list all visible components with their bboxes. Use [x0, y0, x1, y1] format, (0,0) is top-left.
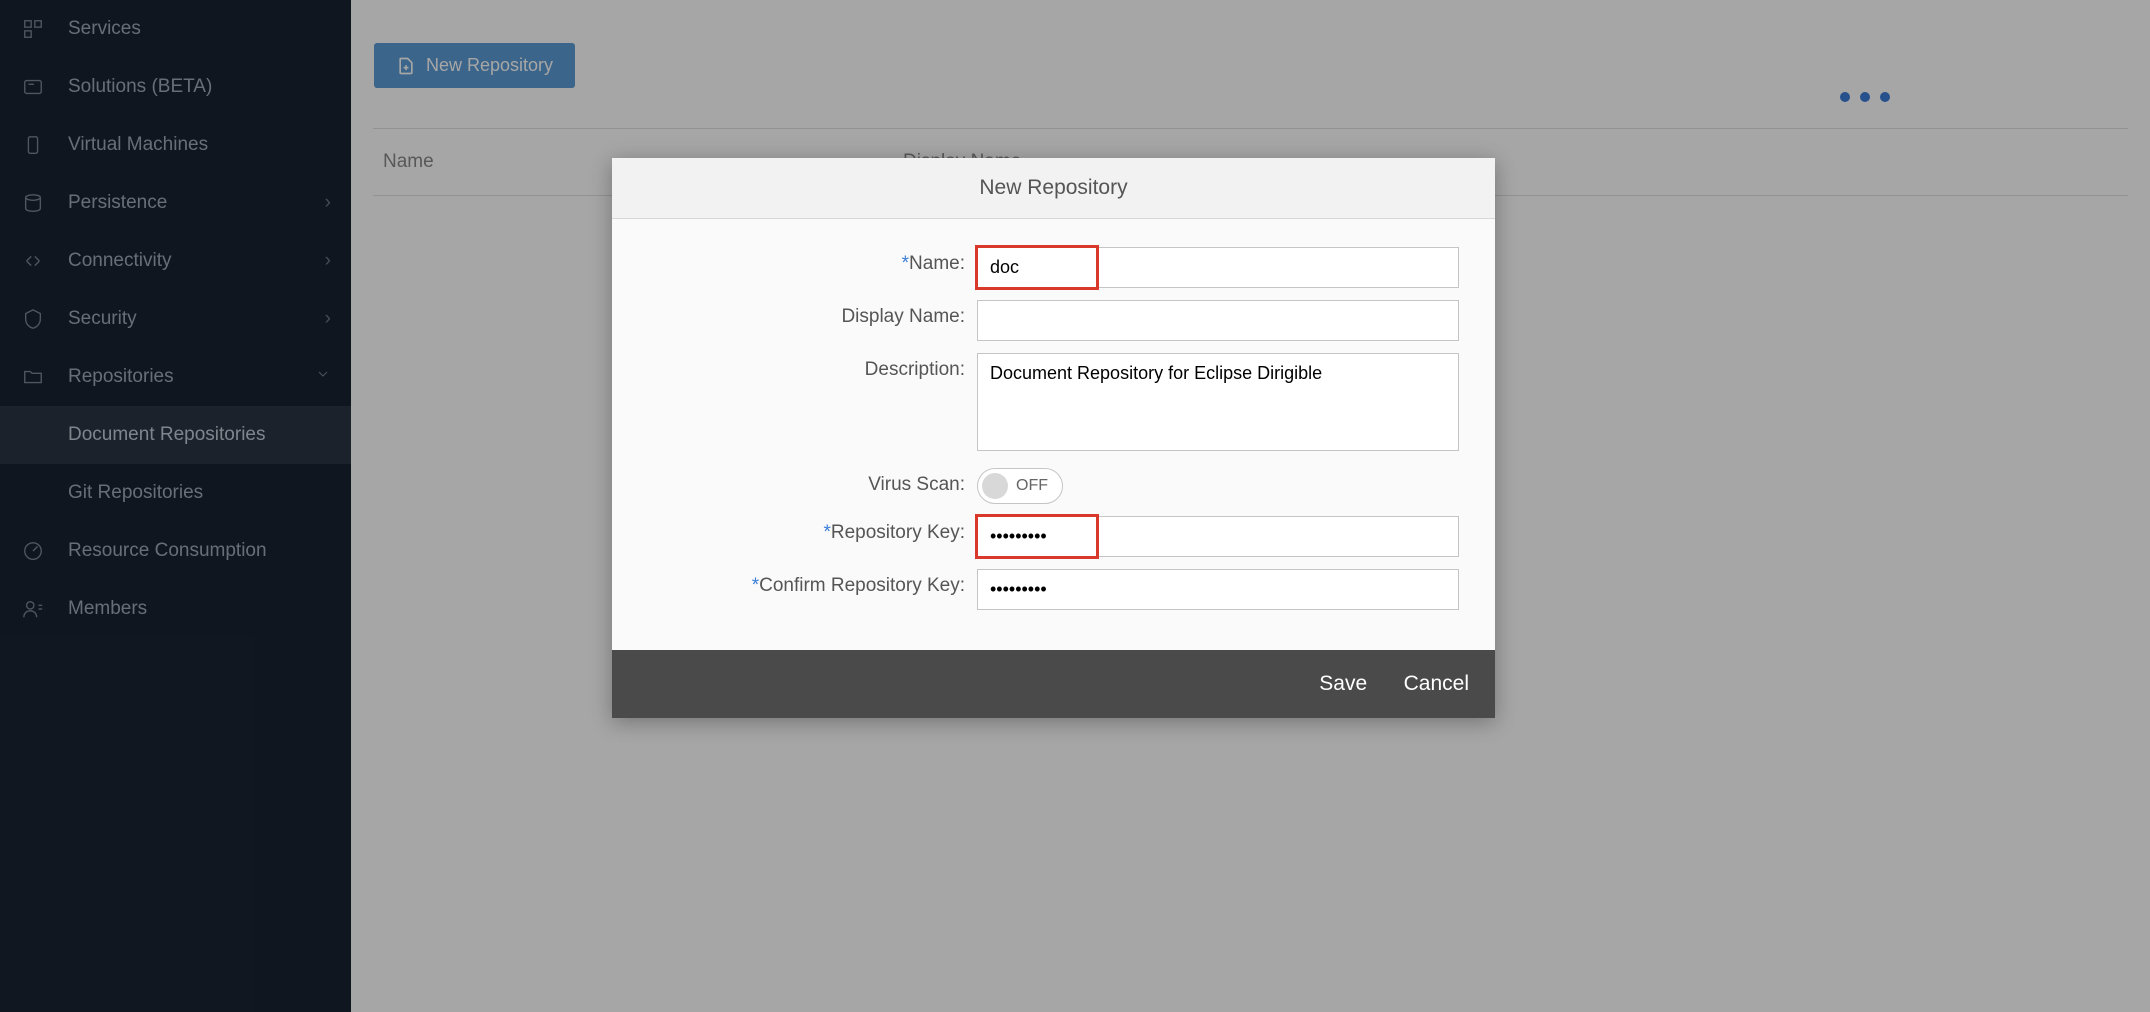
- dialog-title: New Repository: [612, 158, 1495, 219]
- cancel-button[interactable]: Cancel: [1404, 672, 1469, 696]
- description-input[interactable]: [977, 353, 1459, 451]
- confirm-key-input[interactable]: [977, 569, 1459, 610]
- dialog-footer: Save Cancel: [612, 650, 1495, 718]
- virus-scan-label: Virus Scan:: [632, 468, 977, 496]
- toggle-state: OFF: [1016, 477, 1048, 495]
- repo-key-label: *Repository Key:: [632, 516, 977, 544]
- display-name-input[interactable]: [977, 300, 1459, 341]
- repo-key-input[interactable]: [977, 516, 1097, 557]
- description-label: Description:: [632, 353, 977, 381]
- repo-key-input-rest[interactable]: [1097, 516, 1459, 557]
- display-name-label: Display Name:: [632, 300, 977, 328]
- name-highlight: [977, 247, 1097, 288]
- name-input-rest[interactable]: [1097, 247, 1459, 288]
- toggle-knob: [982, 473, 1008, 499]
- confirm-key-label: *Confirm Repository Key:: [632, 569, 977, 597]
- name-label: *Name:: [632, 247, 977, 275]
- new-repository-dialog: New Repository *Name: Display Name: Desc…: [612, 158, 1495, 718]
- repo-key-highlight: [977, 516, 1097, 557]
- save-button[interactable]: Save: [1319, 672, 1367, 696]
- name-input[interactable]: [977, 247, 1097, 288]
- virus-scan-toggle[interactable]: OFF: [977, 468, 1063, 504]
- dialog-body: *Name: Display Name: Description: Virus …: [612, 219, 1495, 650]
